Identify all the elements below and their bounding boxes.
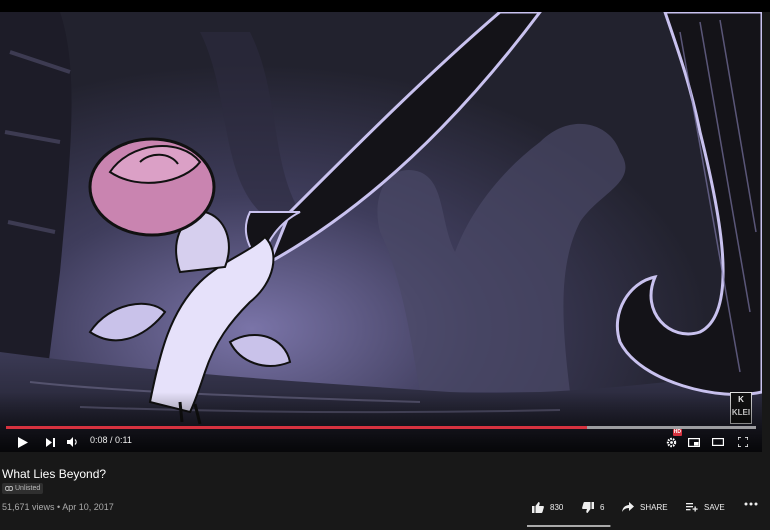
video-frame[interactable]	[0, 12, 762, 452]
view-count: 51,671 views	[2, 502, 55, 512]
more-horizontal-icon	[744, 502, 758, 506]
unlisted-label: Unlisted	[15, 485, 41, 492]
share-icon	[622, 502, 634, 512]
share-label: SHARE	[640, 502, 668, 512]
share-button[interactable]: SHARE	[622, 502, 668, 512]
like-button[interactable]: 830	[532, 502, 563, 513]
sentiment-bar	[527, 525, 611, 527]
unlisted-badge: Unlisted	[2, 483, 44, 494]
next-button[interactable]	[44, 432, 58, 452]
progress-bar[interactable]	[6, 426, 756, 429]
top-bar	[0, 0, 770, 12]
sentiment-bar-fill	[527, 525, 611, 527]
link-icon	[5, 486, 13, 491]
fullscreen-icon	[738, 437, 748, 447]
thumbs-up-icon	[532, 502, 544, 513]
save-button[interactable]: SAVE	[686, 502, 725, 512]
progress-played	[6, 426, 588, 429]
duration: 0:11	[115, 435, 132, 445]
miniplayer-button[interactable]	[687, 432, 701, 452]
miniplayer-icon	[688, 437, 700, 447]
dislike-button[interactable]: 6	[582, 502, 604, 513]
video-meta: 51,671 views • Apr 10, 2017	[2, 502, 114, 512]
like-count: 830	[550, 503, 564, 512]
time-display: 0:08 / 0:11	[90, 435, 132, 445]
upload-date: Apr 10, 2017	[62, 502, 114, 512]
volume-button[interactable]	[66, 432, 80, 452]
video-player[interactable]: KKLEI 0:08 / 0:11 HD	[0, 12, 762, 452]
save-label: SAVE	[704, 502, 725, 512]
thumbs-down-icon	[582, 502, 594, 513]
play-icon	[18, 436, 28, 448]
dislike-count: 6	[600, 503, 605, 512]
time-separator: /	[107, 435, 116, 445]
theater-icon	[712, 438, 724, 446]
more-actions-button[interactable]	[744, 502, 758, 506]
fullscreen-button[interactable]	[736, 432, 750, 452]
video-title: What Lies Beyond?	[2, 467, 107, 481]
player-controls: 0:08 / 0:11 HD	[0, 429, 762, 452]
hd-badge: HD	[672, 429, 682, 436]
playlist-add-icon	[686, 503, 698, 512]
play-button[interactable]	[16, 432, 30, 452]
theater-mode-button[interactable]	[711, 432, 725, 452]
settings-button[interactable]: HD	[664, 429, 682, 452]
gear-icon	[666, 437, 676, 447]
next-icon	[46, 437, 55, 447]
volume-icon	[67, 437, 77, 447]
current-time: 0:08	[90, 435, 108, 445]
